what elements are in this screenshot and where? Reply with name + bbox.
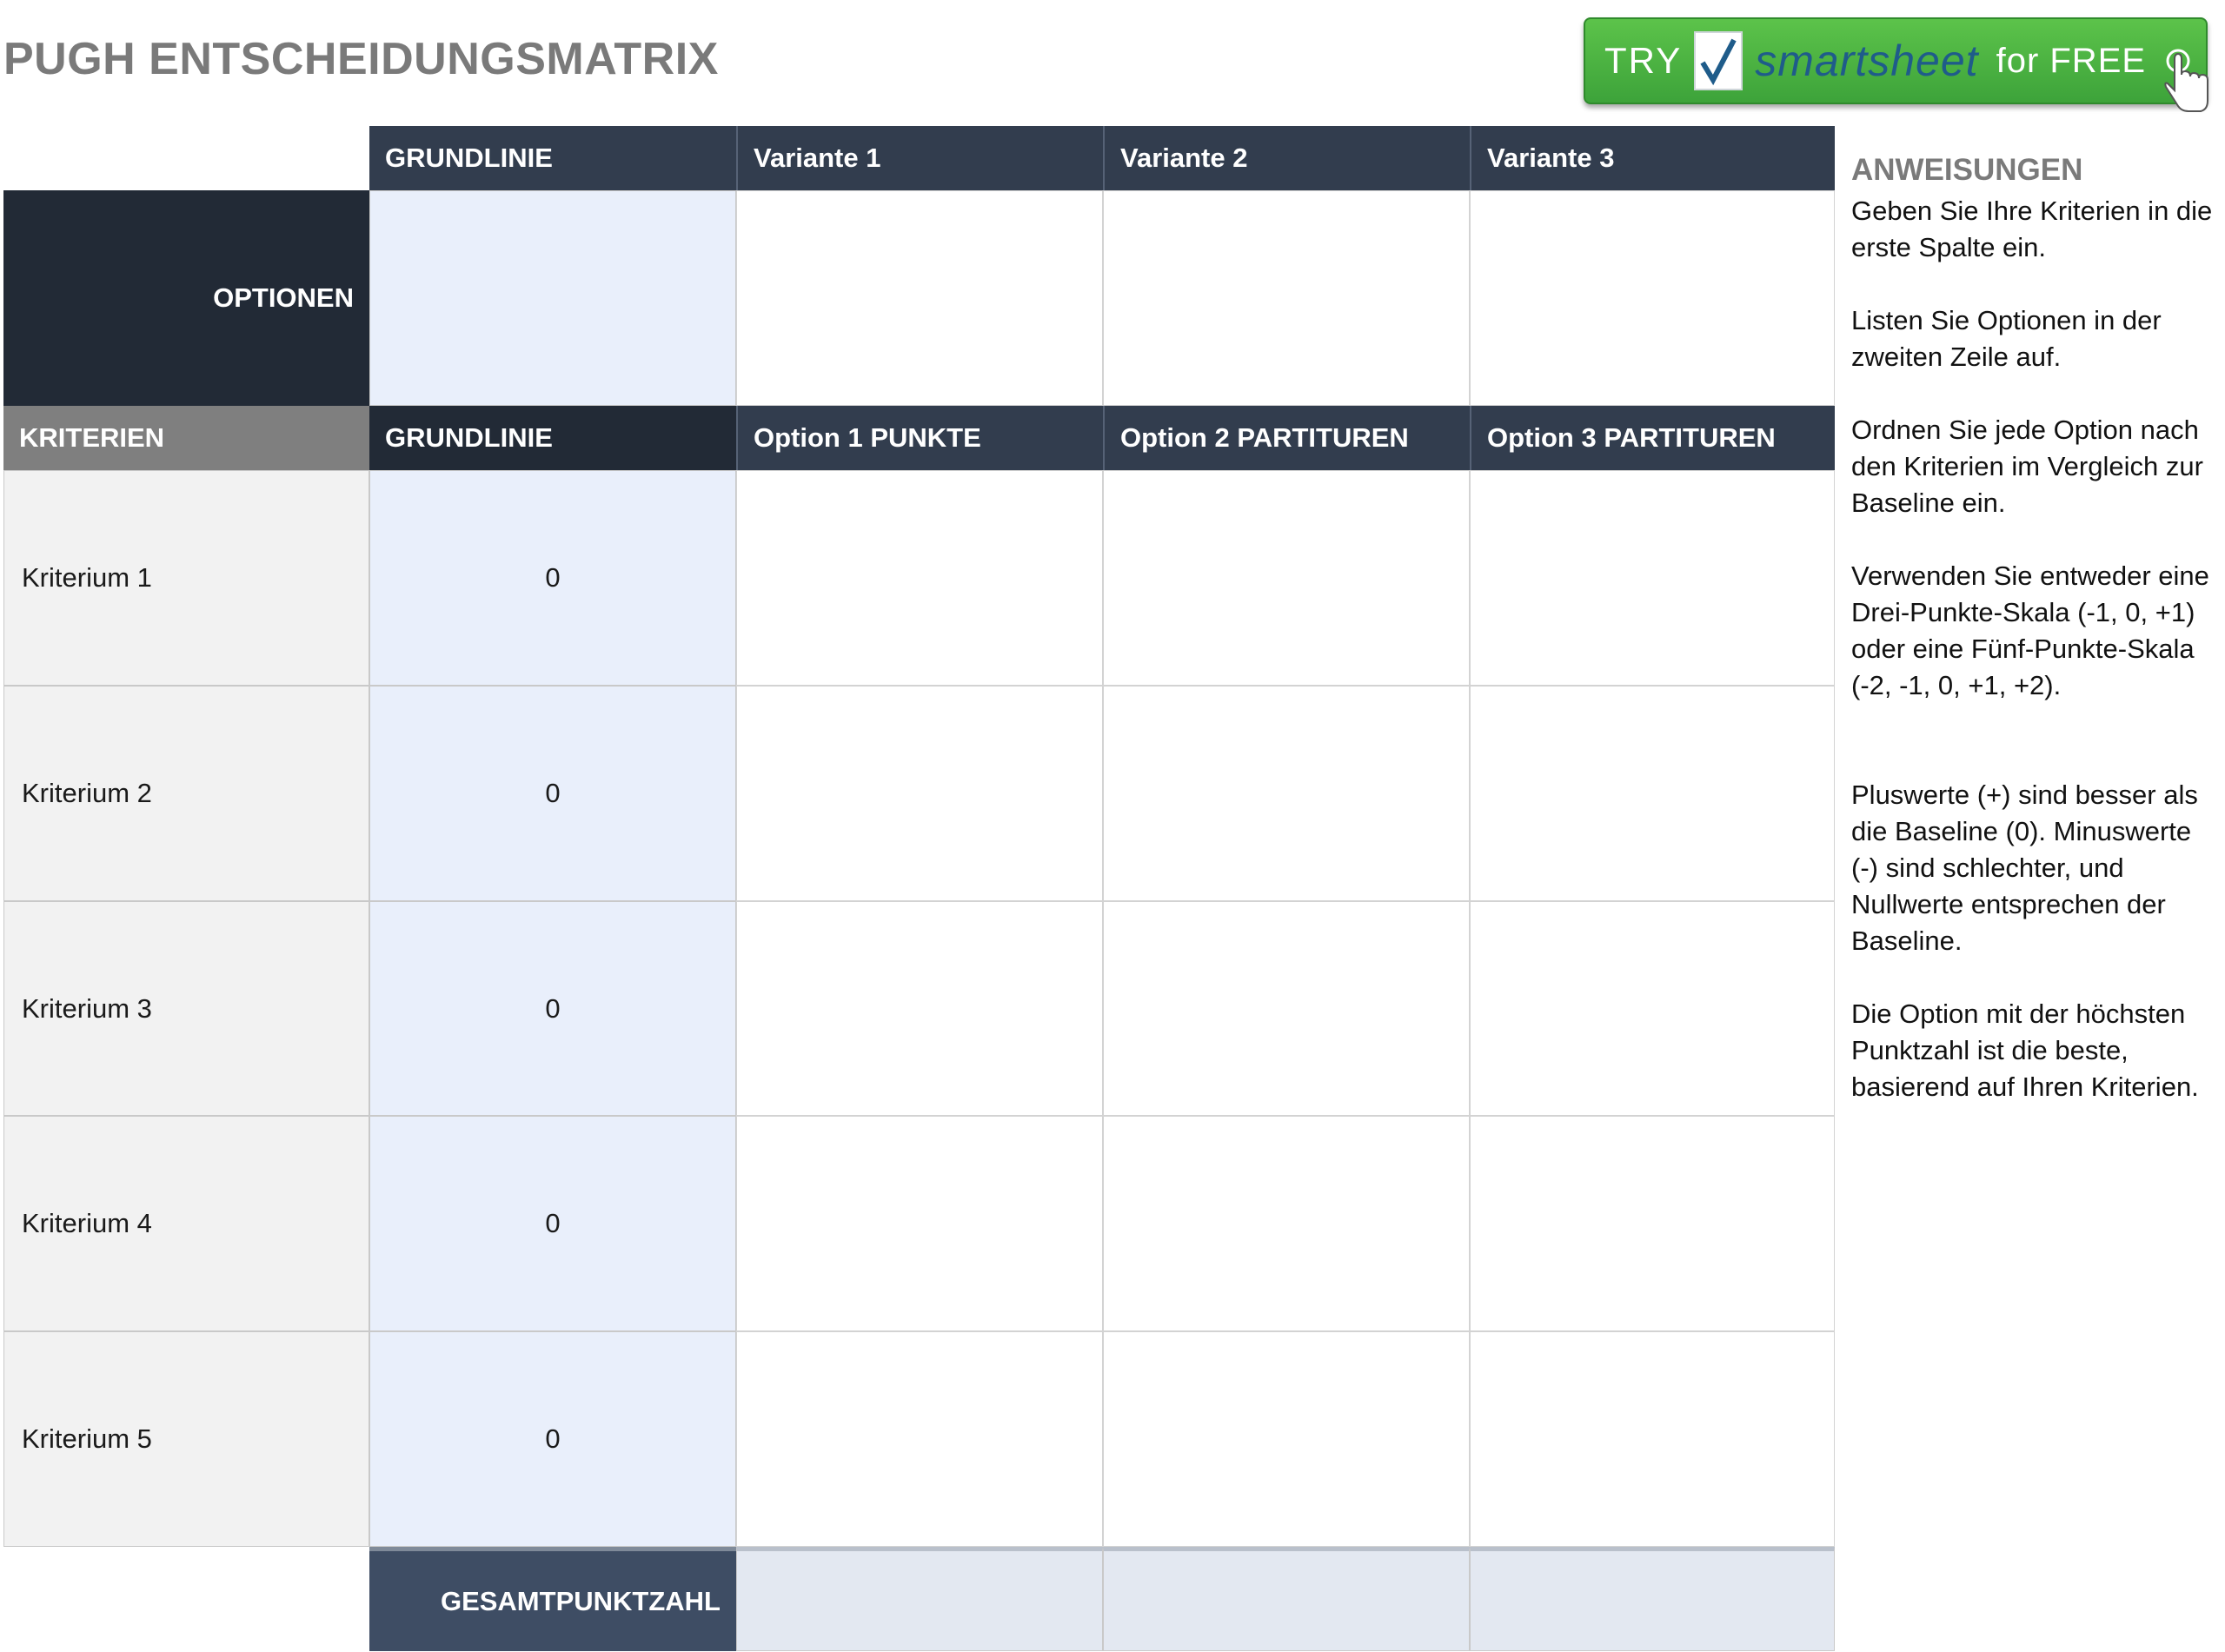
score-cell[interactable] xyxy=(1103,470,1470,686)
checkmark-icon xyxy=(1694,31,1743,90)
option-2-cell[interactable] xyxy=(1103,190,1470,406)
criteria-header: KRITERIEN xyxy=(3,406,369,470)
score-cell[interactable] xyxy=(1103,1331,1470,1547)
option-1-cell[interactable] xyxy=(736,190,1103,406)
score-cell[interactable] xyxy=(736,1116,1103,1331)
score-cell[interactable] xyxy=(1470,1116,1835,1331)
header-variant-3: Variante 3 xyxy=(1470,126,1835,190)
score-cell[interactable] xyxy=(1103,1116,1470,1331)
criterion-name[interactable]: Kriterium 3 xyxy=(3,901,369,1116)
criterion-baseline[interactable]: 0 xyxy=(369,1331,736,1547)
hand-cursor-icon xyxy=(2162,49,2211,119)
instruction-paragraph: Ordnen Sie jede Option nach den Kriterie… xyxy=(1851,415,2203,518)
instructions-heading: ANWEISUNGEN xyxy=(1851,153,2083,187)
criterion-name[interactable]: Kriterium 2 xyxy=(3,686,369,901)
total-cell-option-3[interactable] xyxy=(1470,1547,1835,1651)
option-3-cell[interactable] xyxy=(1470,190,1835,406)
instruction-paragraph: Listen Sie Optionen in der zweiten Zeile… xyxy=(1851,305,2162,372)
score-header-baseline: GRUNDLINIE xyxy=(369,406,736,470)
criterion-baseline[interactable]: 0 xyxy=(369,686,736,901)
score-cell[interactable] xyxy=(736,901,1103,1116)
instruction-paragraph: Verwenden Sie entweder eine Drei-Punkte-… xyxy=(1851,561,2209,700)
total-cell-option-2[interactable] xyxy=(1103,1547,1470,1651)
score-header-option-1: Option 1 PUNKTE xyxy=(736,406,1103,470)
score-cell[interactable] xyxy=(736,1331,1103,1547)
total-label: GESAMTPUNKTZAHL xyxy=(369,1547,736,1651)
score-cell[interactable] xyxy=(736,470,1103,686)
criterion-baseline[interactable]: 0 xyxy=(369,470,736,686)
page-title: PUGH ENTSCHEIDUNGSMATRIX xyxy=(3,34,719,84)
header-variant-2: Variante 2 xyxy=(1103,126,1470,190)
option-baseline-cell[interactable] xyxy=(369,190,736,406)
header-variant-1: Variante 1 xyxy=(736,126,1103,190)
options-label: OPTIONEN xyxy=(3,190,369,406)
criterion-name[interactable]: Kriterium 4 xyxy=(3,1116,369,1331)
instruction-paragraph: Die Option mit der höchsten Punktzahl is… xyxy=(1851,998,2199,1102)
score-cell[interactable] xyxy=(1470,1331,1835,1547)
criterion-baseline[interactable]: 0 xyxy=(369,1116,736,1331)
score-header-option-3: Option 3 PARTITUREN xyxy=(1470,406,1835,470)
free-label: for FREE xyxy=(1996,41,2147,80)
try-label: TRY xyxy=(1604,40,1683,81)
try-smartsheet-button[interactable]: TRY smartsheet for FREE xyxy=(1584,17,2208,112)
score-cell[interactable] xyxy=(1470,901,1835,1116)
criterion-baseline[interactable]: 0 xyxy=(369,901,736,1116)
header-baseline: GRUNDLINIE xyxy=(369,126,736,190)
score-cell[interactable] xyxy=(1470,470,1835,686)
score-cell[interactable] xyxy=(736,686,1103,901)
score-cell[interactable] xyxy=(1470,686,1835,901)
score-cell[interactable] xyxy=(1103,901,1470,1116)
score-header-option-2: Option 2 PARTITUREN xyxy=(1103,406,1470,470)
criterion-name[interactable]: Kriterium 1 xyxy=(3,470,369,686)
instruction-paragraph: Geben Sie Ihre Kriterien in die erste Sp… xyxy=(1851,196,2213,262)
criterion-name[interactable]: Kriterium 5 xyxy=(3,1331,369,1547)
total-cell-option-1[interactable] xyxy=(736,1547,1103,1651)
brand-label: smartsheet xyxy=(1755,36,1979,85)
instruction-paragraph: Pluswerte (+) sind besser als die Baseli… xyxy=(1851,780,2198,956)
score-cell[interactable] xyxy=(1103,686,1470,901)
